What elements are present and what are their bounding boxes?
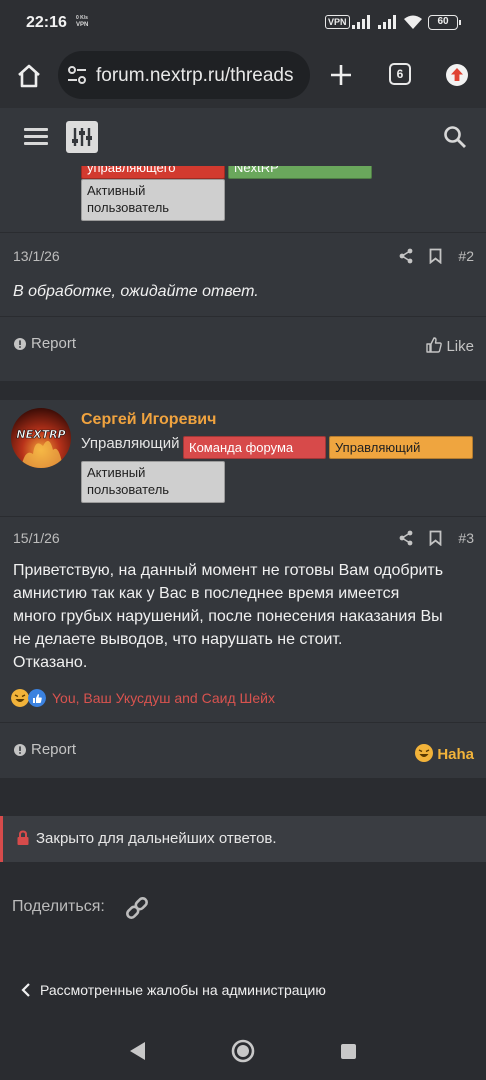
- haha-icon: [415, 744, 434, 762]
- share-label: Поделиться:: [12, 898, 105, 915]
- home-icon[interactable]: [15, 62, 43, 90]
- user-badge-manager: Управляющий: [329, 436, 473, 459]
- reactions-text[interactable]: You, Ваш Укусдуш and Саид Шейх: [52, 690, 275, 706]
- post-date[interactable]: 15/1/26: [13, 530, 60, 546]
- forum-navbar: [0, 108, 486, 166]
- recents-icon[interactable]: [340, 1043, 357, 1060]
- battery-icon: 60: [428, 15, 461, 30]
- divider: [0, 722, 486, 723]
- message-line: Приветствую, на данный момент не готовы …: [13, 562, 444, 579]
- url-text: forum.nextrp.ru/threads: [96, 65, 294, 86]
- wifi-icon: [404, 15, 422, 29]
- avatar-logo-text: NEXTRP: [16, 428, 65, 441]
- update-icon[interactable]: [446, 64, 468, 86]
- haha-button[interactable]: Haha: [415, 741, 474, 763]
- search-icon[interactable]: [443, 125, 467, 149]
- report-icon: [14, 338, 26, 350]
- haha-label: Haha: [437, 746, 474, 763]
- message-line: Отказано.: [13, 654, 88, 671]
- avatar[interactable]: NEXTRP: [11, 408, 71, 468]
- address-bar[interactable]: forum.nextrp.ru/threads: [58, 51, 310, 99]
- speed-indicator: 0 K/s VPN: [76, 15, 88, 29]
- browser-toolbar: forum.nextrp.ru/threads 6: [0, 46, 486, 108]
- speed-vpn: VPN: [76, 22, 89, 28]
- avatar-image: NEXTRP: [11, 408, 71, 468]
- filter-icon[interactable]: [66, 121, 98, 153]
- reactions-summary[interactable]: You, Ваш Укусдуш and Саид Шейх: [11, 689, 311, 709]
- share-icon[interactable]: [398, 530, 414, 546]
- like-label: Like: [446, 338, 474, 355]
- user-badge-active: Активный пользователь: [81, 179, 225, 221]
- menu-icon[interactable]: [24, 128, 48, 146]
- divider: [0, 232, 486, 233]
- post-message: Приветствую, на данный момент не готовы …: [13, 559, 475, 674]
- post-number[interactable]: #3: [458, 530, 474, 546]
- post-date[interactable]: 13/1/26: [13, 248, 60, 264]
- lock-icon: [17, 830, 29, 845]
- bookmark-icon[interactable]: [429, 248, 442, 264]
- bookmark-icon[interactable]: [429, 530, 442, 546]
- speed-value: 0 K/s: [76, 15, 88, 21]
- tune-icon[interactable]: [66, 64, 88, 86]
- thread-closed-notice: Закрыто для дальнейших ответов.: [0, 816, 486, 862]
- system-nav-bar: [0, 1022, 486, 1080]
- signal-icon: [352, 15, 370, 29]
- user-badge-role: управляющего: [81, 166, 225, 179]
- post-message: В обработке, ожидайте ответ.: [13, 283, 259, 300]
- post-3: NEXTRP Сергей Игоревич Управляющий Коман…: [0, 400, 486, 778]
- divider: [0, 516, 486, 517]
- link-icon[interactable]: [124, 895, 150, 921]
- like-reaction-icon: [28, 689, 46, 707]
- report-button[interactable]: Report: [31, 335, 76, 352]
- breadcrumb[interactable]: Рассмотренные жалобы на администрацию: [40, 982, 326, 998]
- like-button[interactable]: Like: [426, 335, 474, 355]
- user-badge-forum-team: Команда форума: [183, 436, 326, 459]
- thread-content: управляющего NextRP Активный пользовател…: [0, 166, 486, 1080]
- username[interactable]: Сергей Игоревич: [81, 411, 216, 429]
- haha-icon: [11, 689, 29, 707]
- clock: 22:16: [26, 14, 67, 31]
- home-circle-icon[interactable]: [231, 1039, 255, 1063]
- status-bar: 22:16 0 K/s VPN VPN 60: [0, 0, 486, 46]
- message-line: много грубых нарушений, после понесения …: [13, 608, 443, 625]
- message-line: амнистию так как у Вас в последнее время…: [13, 585, 400, 602]
- post-2: управляющего NextRP Активный пользовател…: [0, 166, 486, 381]
- tab-switcher-icon[interactable]: 6: [389, 63, 411, 85]
- report-icon: [14, 744, 26, 756]
- user-badge-active: Активный пользователь: [81, 461, 225, 503]
- post-number[interactable]: #2: [458, 248, 474, 264]
- back-icon[interactable]: [128, 1041, 146, 1061]
- thread-closed-text: Закрыто для дальнейших ответов.: [36, 830, 277, 847]
- sliders-glyph: [72, 128, 92, 146]
- message-line: не делаете выводов, что нарушать не стои…: [13, 631, 343, 648]
- plus-icon[interactable]: [328, 62, 354, 88]
- divider: [0, 316, 486, 317]
- vpn-icon: VPN: [325, 15, 350, 29]
- user-badge-server: NextRP: [228, 166, 372, 179]
- user-title: Управляющий: [81, 435, 180, 452]
- like-icon: [426, 337, 443, 353]
- signal-icon-2: [378, 15, 396, 29]
- chevron-left-icon[interactable]: [21, 983, 31, 997]
- share-icon[interactable]: [398, 248, 414, 264]
- report-button[interactable]: Report: [31, 741, 76, 758]
